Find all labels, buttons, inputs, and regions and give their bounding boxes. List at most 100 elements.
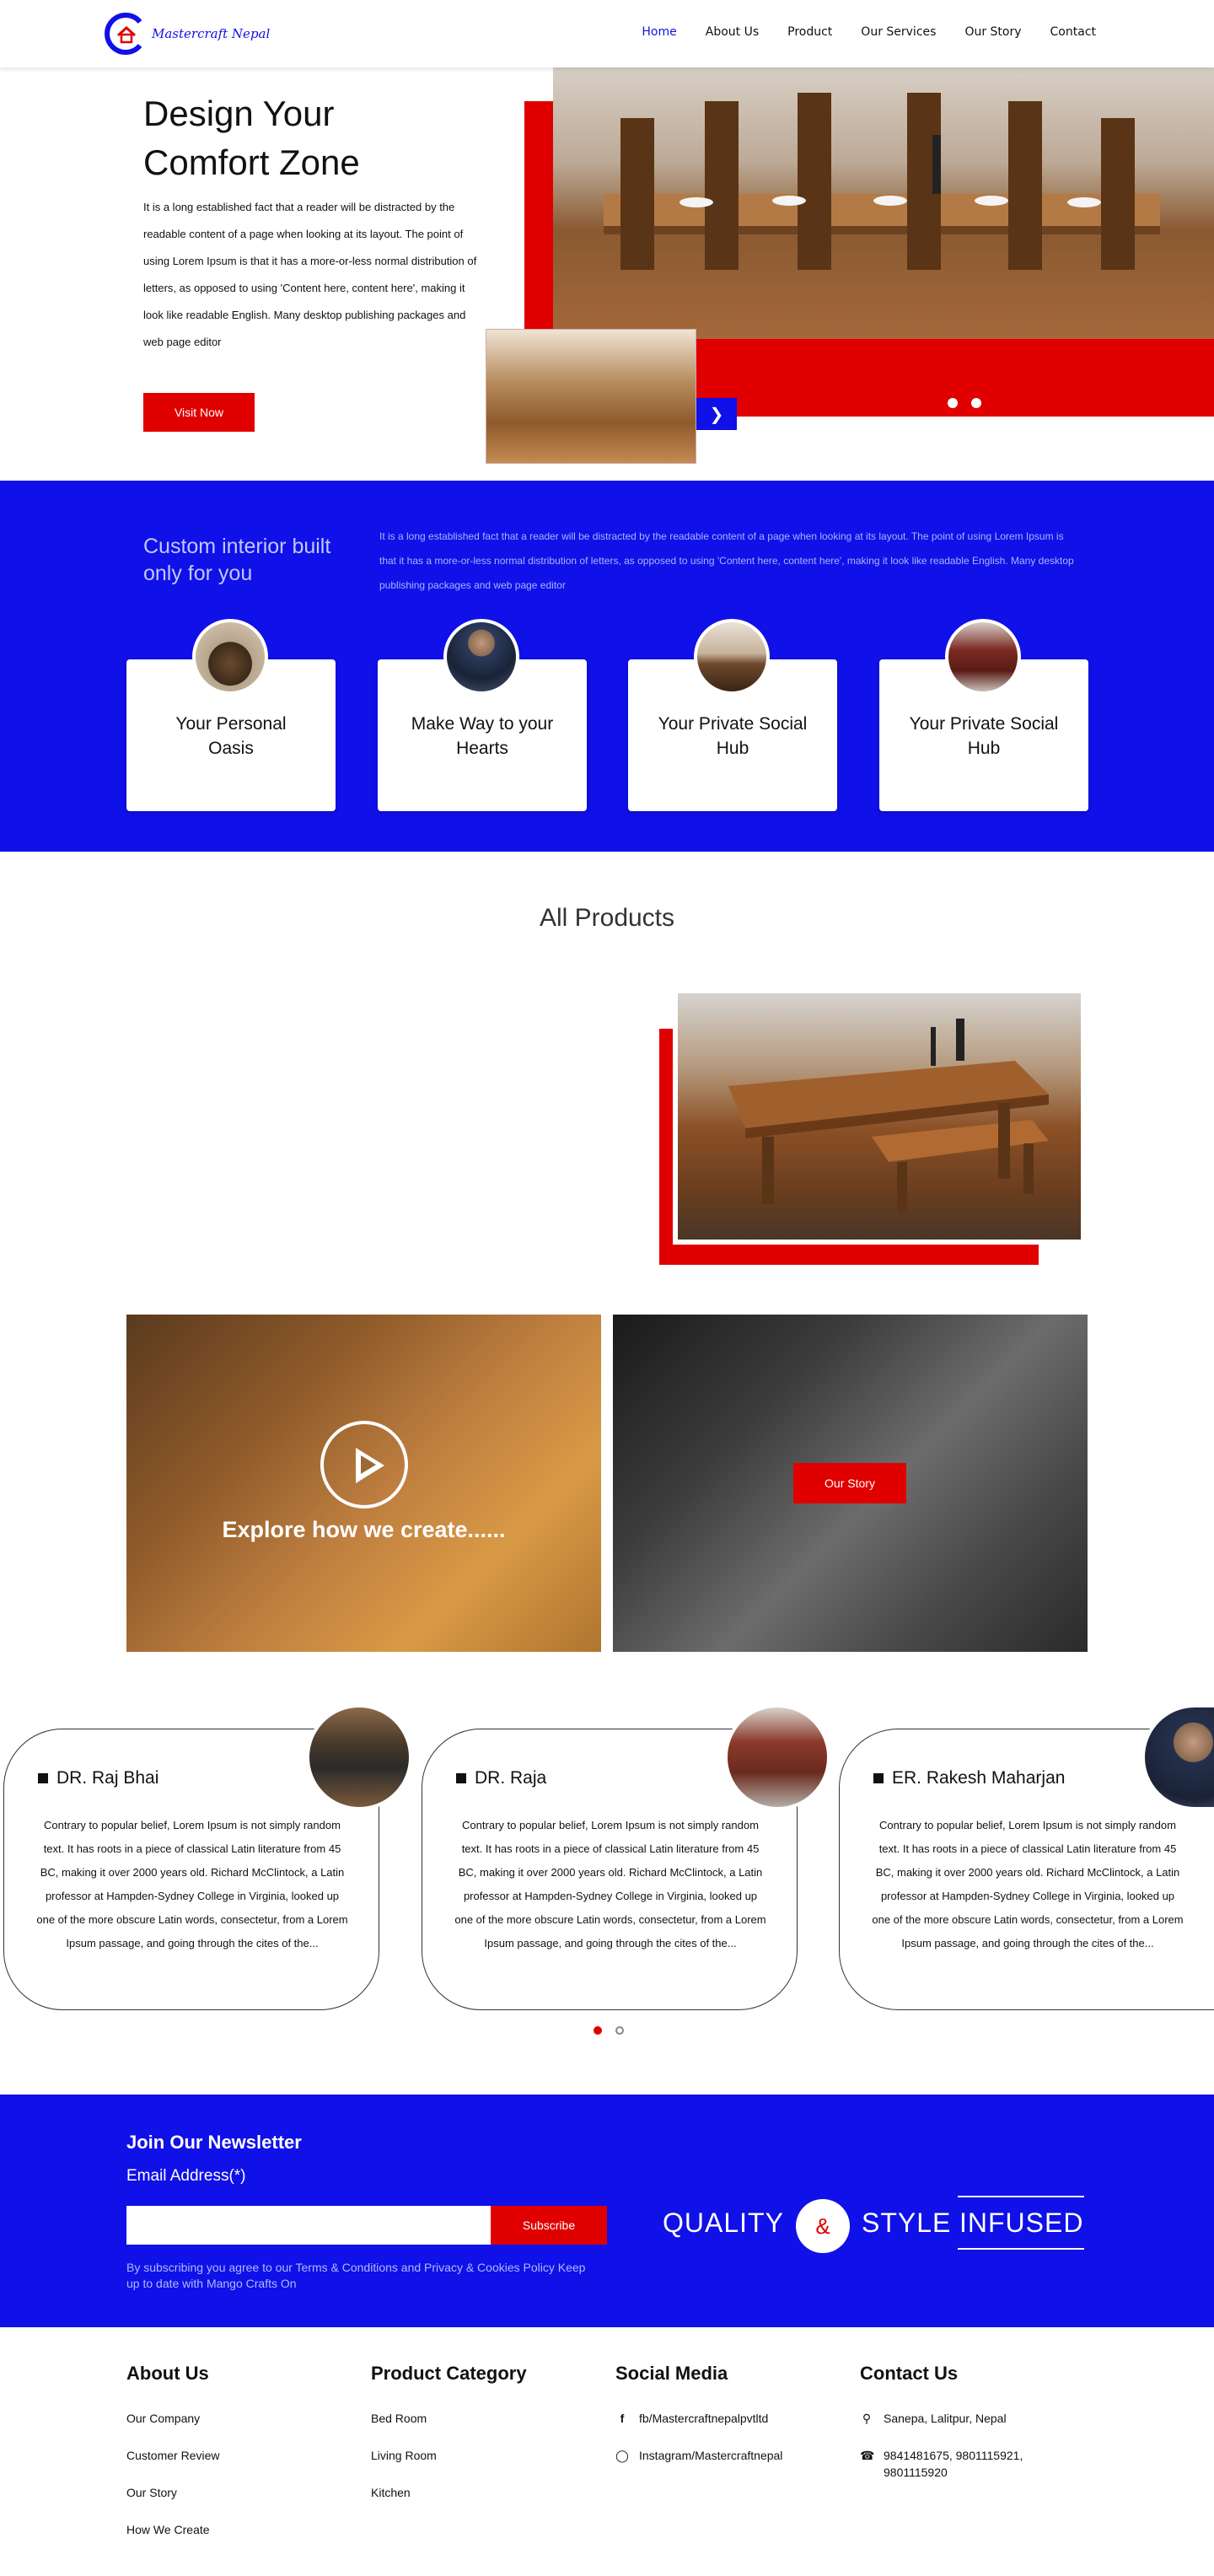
footer-address: ⚲ Sanepa, Lalitpur, Nepal xyxy=(860,2410,1045,2427)
hero-thumbnail-image[interactable] xyxy=(486,329,696,464)
facebook-icon: f xyxy=(620,2412,625,2425)
workshop-image: Our Story xyxy=(613,1315,1088,1652)
feature-card-image xyxy=(192,619,268,695)
phone-text: 9841481675, 9801115921, 9801115920 xyxy=(884,2449,1023,2479)
testimonial-dot-1[interactable] xyxy=(594,2026,602,2035)
hero-text: It is a long established fact that a rea… xyxy=(143,201,477,348)
testimonial-name-text: DR. Raja xyxy=(475,1768,547,1788)
visit-now-button[interactable]: Visit Now xyxy=(143,393,255,432)
main-nav: Home About Us Product Our Services Our S… xyxy=(642,25,1096,39)
footer-link-living-room[interactable]: Living Room xyxy=(371,2447,527,2464)
our-story-button[interactable]: Our Story xyxy=(793,1463,906,1503)
testimonial-text: Contrary to popular belief, Lorem Ipsum … xyxy=(872,1819,1184,1949)
features-text: It is a long established fact that a rea… xyxy=(379,530,1074,591)
testimonial-card-1: DR. Raj Bhai Contrary to popular belief,… xyxy=(3,1704,412,2010)
feature-card-2[interactable]: Make Way to your Hearts xyxy=(378,619,587,811)
hero-title: Design Your Comfort Zone xyxy=(143,89,360,187)
footer-social: Social Media f fb/Mastercraftnepalpvtltd … xyxy=(615,2363,782,2484)
explore-video[interactable]: Explore how we create...... xyxy=(126,1315,601,1652)
testimonial-text: Contrary to popular belief, Lorem Ipsum … xyxy=(454,1819,766,1949)
footer-about: About Us Our Company Customer Review Our… xyxy=(126,2363,219,2558)
subscribe-button[interactable]: Subscribe xyxy=(491,2206,607,2245)
hero-accent-block xyxy=(524,101,555,329)
phone-icon: ☎ xyxy=(860,2449,875,2462)
footer-contact-title: Contact Us xyxy=(860,2363,959,2384)
tagline-quality: QUALITY xyxy=(663,2208,784,2238)
footer-link-facebook[interactable]: f fb/Mastercraftnepalpvtltd xyxy=(615,2410,782,2427)
footer-social-title: Social Media xyxy=(615,2363,728,2384)
tagline-bottom-line xyxy=(958,2248,1084,2250)
testimonial-dot-2[interactable] xyxy=(615,2026,624,2035)
nav-our-services[interactable]: Our Services xyxy=(861,25,936,39)
nav-our-story[interactable]: Our Story xyxy=(964,25,1021,39)
tagline-ampersand: & xyxy=(796,2199,850,2253)
bullet-icon xyxy=(38,1773,48,1783)
footer-link-customer-review[interactable]: Customer Review xyxy=(126,2447,219,2464)
testimonial-name-text: ER. Rakesh Maharjan xyxy=(892,1768,1066,1788)
hero-dining-image xyxy=(553,67,1214,339)
instagram-icon: ◯ xyxy=(615,2449,629,2462)
footer-link-how-we-create[interactable]: How We Create xyxy=(126,2521,219,2538)
newsletter-note: By subscribing you agree to our Terms & … xyxy=(126,2261,586,2290)
avatar xyxy=(1141,1704,1214,1810)
footer-link-kitchen[interactable]: Kitchen xyxy=(371,2484,527,2501)
feature-card-title: Your Private Social Hub xyxy=(909,714,1059,758)
feature-card-4[interactable]: Your Private Social Hub xyxy=(879,619,1088,811)
testimonial-name: ER. Rakesh Maharjan xyxy=(873,1768,1065,1788)
bullet-icon xyxy=(456,1773,466,1783)
tagline-infused: INFUSED xyxy=(959,2208,1084,2238)
logo-text: Mastercraft Nepal xyxy=(152,26,271,41)
logo-icon xyxy=(101,10,148,57)
feature-card-title: Your Private Social Hub xyxy=(658,714,808,758)
features-section: Custom interior built only for you It is… xyxy=(0,481,1214,852)
feature-card-1[interactable]: Your Personal Oasis xyxy=(126,619,336,811)
location-pin-icon: ⚲ xyxy=(862,2412,872,2425)
all-products-title: All Products xyxy=(539,904,675,932)
footer-phone: ☎ 9841481675, 9801115921, 9801115920 xyxy=(860,2447,1045,2481)
tagline-top-line xyxy=(958,2196,1084,2197)
address-text: Sanepa, Lalitpur, Nepal xyxy=(884,2412,1007,2425)
instagram-text: Instagram/Mastercraftnepal xyxy=(639,2449,783,2462)
testimonial-name: DR. Raja xyxy=(456,1768,546,1788)
footer-link-instagram[interactable]: ◯ Instagram/Mastercraftnepal xyxy=(615,2447,782,2464)
avatar xyxy=(306,1704,412,1810)
slider-dot-2[interactable] xyxy=(971,398,981,408)
footer-contact: Contact Us ⚲ Sanepa, Lalitpur, Nepal ☎ 984… xyxy=(860,2363,1045,2501)
facebook-text: fb/Mastercraftnepalpvtltd xyxy=(639,2412,769,2425)
explore-caption: Explore how we create...... xyxy=(222,1517,506,1542)
footer-link-our-story[interactable]: Our Story xyxy=(126,2484,219,2501)
avatar xyxy=(724,1704,830,1810)
logo[interactable]: Mastercraft Nepal xyxy=(101,10,270,57)
testimonial-card-3: ER. Rakesh Maharjan Contrary to popular … xyxy=(839,1704,1214,2010)
nav-home[interactable]: Home xyxy=(642,25,676,39)
feature-card-image xyxy=(443,619,519,695)
play-icon[interactable] xyxy=(320,1421,408,1508)
nav-product[interactable]: Product xyxy=(787,25,832,39)
hero-title-line1: Design Your xyxy=(143,94,335,133)
slider-dot-1[interactable] xyxy=(948,398,958,408)
email-field[interactable] xyxy=(126,2206,491,2245)
feature-card-3[interactable]: Your Private Social Hub xyxy=(628,619,837,811)
chevron-right-icon[interactable]: ❯ xyxy=(696,398,737,430)
email-label: Email Address(*) xyxy=(126,2167,246,2185)
testimonial-text: Contrary to popular belief, Lorem Ipsum … xyxy=(36,1819,348,1949)
feature-card-image xyxy=(694,619,770,695)
hero-title-line2: Comfort Zone xyxy=(143,143,360,182)
footer-link-our-company[interactable]: Our Company xyxy=(126,2410,219,2427)
bullet-icon xyxy=(873,1773,884,1783)
newsletter-section: Join Our Newsletter Email Address(*) Sub… xyxy=(0,2095,1214,2327)
nav-about-us[interactable]: About Us xyxy=(706,25,759,39)
feature-card-image xyxy=(945,619,1021,695)
testimonial-name: DR. Raj Bhai xyxy=(38,1768,158,1788)
testimonial-name-text: DR. Raj Bhai xyxy=(56,1768,159,1788)
product-image[interactable] xyxy=(673,988,1086,1245)
feature-card-title: Your Personal Oasis xyxy=(175,714,287,758)
footer-category-title: Product Category xyxy=(371,2363,527,2384)
footer-about-title: About Us xyxy=(126,2363,209,2384)
footer-link-bed-room[interactable]: Bed Room xyxy=(371,2410,527,2427)
tagline-style: STYLE xyxy=(862,2208,952,2238)
nav-contact[interactable]: Contact xyxy=(1050,25,1096,39)
footer-category: Product Category Bed Room Living Room Ki… xyxy=(371,2363,527,2521)
feature-card-title: Make Way to your Hearts xyxy=(411,714,554,758)
site-header: Mastercraft Nepal Home About Us Product … xyxy=(0,0,1214,67)
